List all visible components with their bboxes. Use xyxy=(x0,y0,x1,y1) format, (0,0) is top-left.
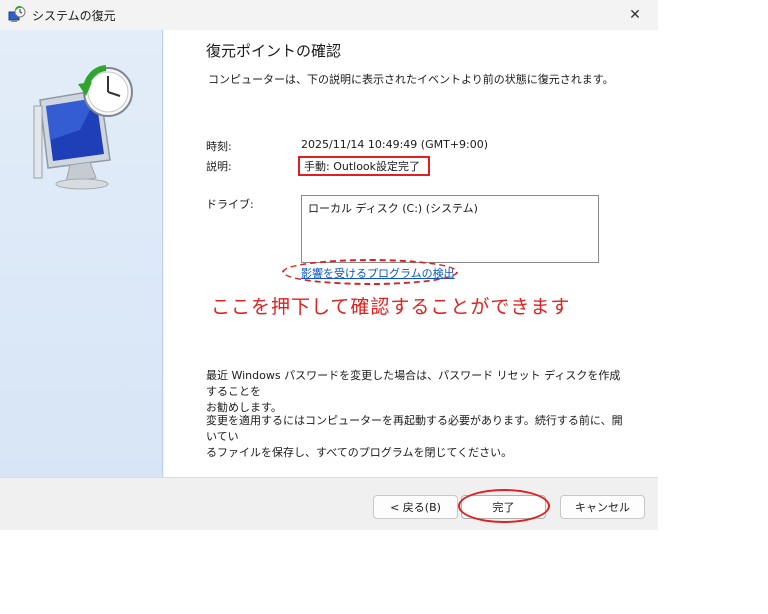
drive-list[interactable]: ローカル ディスク (C:) (システム) xyxy=(301,195,599,263)
annotation-text: ここを押下して確認することができます xyxy=(211,296,571,318)
restore-computer-clock-icon xyxy=(33,65,133,190)
system-restore-icon xyxy=(8,5,26,24)
close-button[interactable]: ✕ xyxy=(612,0,658,30)
restart-note-line: るファイルを保存し、すべてのプログラムを閉じてください。 xyxy=(206,446,513,459)
description-value: 手動: Outlook設定完了 xyxy=(298,156,430,176)
affected-programs-link[interactable]: 影響を受けるプログラムの検出 xyxy=(301,265,455,281)
password-note-line: 最近 Windows パスワードを変更した場合は、パスワード リセット ディスク… xyxy=(206,369,621,398)
description-text: 手動: Outlook設定完了 xyxy=(304,160,421,173)
restart-note-line: 変更を適用するにはコンピューターを再起動する必要があります。続行する前に、開いて… xyxy=(206,414,623,443)
time-value: 2025/11/14 10:49:49 (GMT+9:00) xyxy=(301,138,489,151)
cancel-button[interactable]: キャンセル xyxy=(560,495,645,519)
close-icon[interactable]: ✕ xyxy=(629,7,641,23)
finish-button[interactable]: 完了 xyxy=(461,495,546,519)
system-restore-window: システムの復元 ✕ 復元ポイントの確認 コンピューターは、下の説明に表示されたイ… xyxy=(0,0,658,530)
title-bar: システムの復元 ✕ xyxy=(0,0,658,30)
restart-note: 変更を適用するにはコンピューターを再起動する必要があります。続行する前に、開いて… xyxy=(206,413,626,461)
description-label: 説明: xyxy=(206,160,232,173)
drive-label: ドライブ: xyxy=(206,198,254,211)
button-footer: < 戻る(B) 完了 キャンセル xyxy=(0,477,658,530)
sidebar-panel xyxy=(0,30,163,477)
list-item[interactable]: ローカル ディスク (C:) (システム) xyxy=(308,200,592,216)
page-subtitle: コンピューターは、下の説明に表示されたイベントより前の状態に復元されます。 xyxy=(208,73,614,86)
back-button[interactable]: < 戻る(B) xyxy=(373,495,458,519)
password-note: 最近 Windows パスワードを変更した場合は、パスワード リセット ディスク… xyxy=(206,368,626,416)
window-title: システムの復元 xyxy=(32,9,116,23)
main-content: 復元ポイントの確認 コンピューターは、下の説明に表示されたイベントより前の状態に… xyxy=(164,30,658,477)
page-title: 復元ポイントの確認 xyxy=(206,42,342,60)
time-label: 時刻: xyxy=(206,140,232,153)
